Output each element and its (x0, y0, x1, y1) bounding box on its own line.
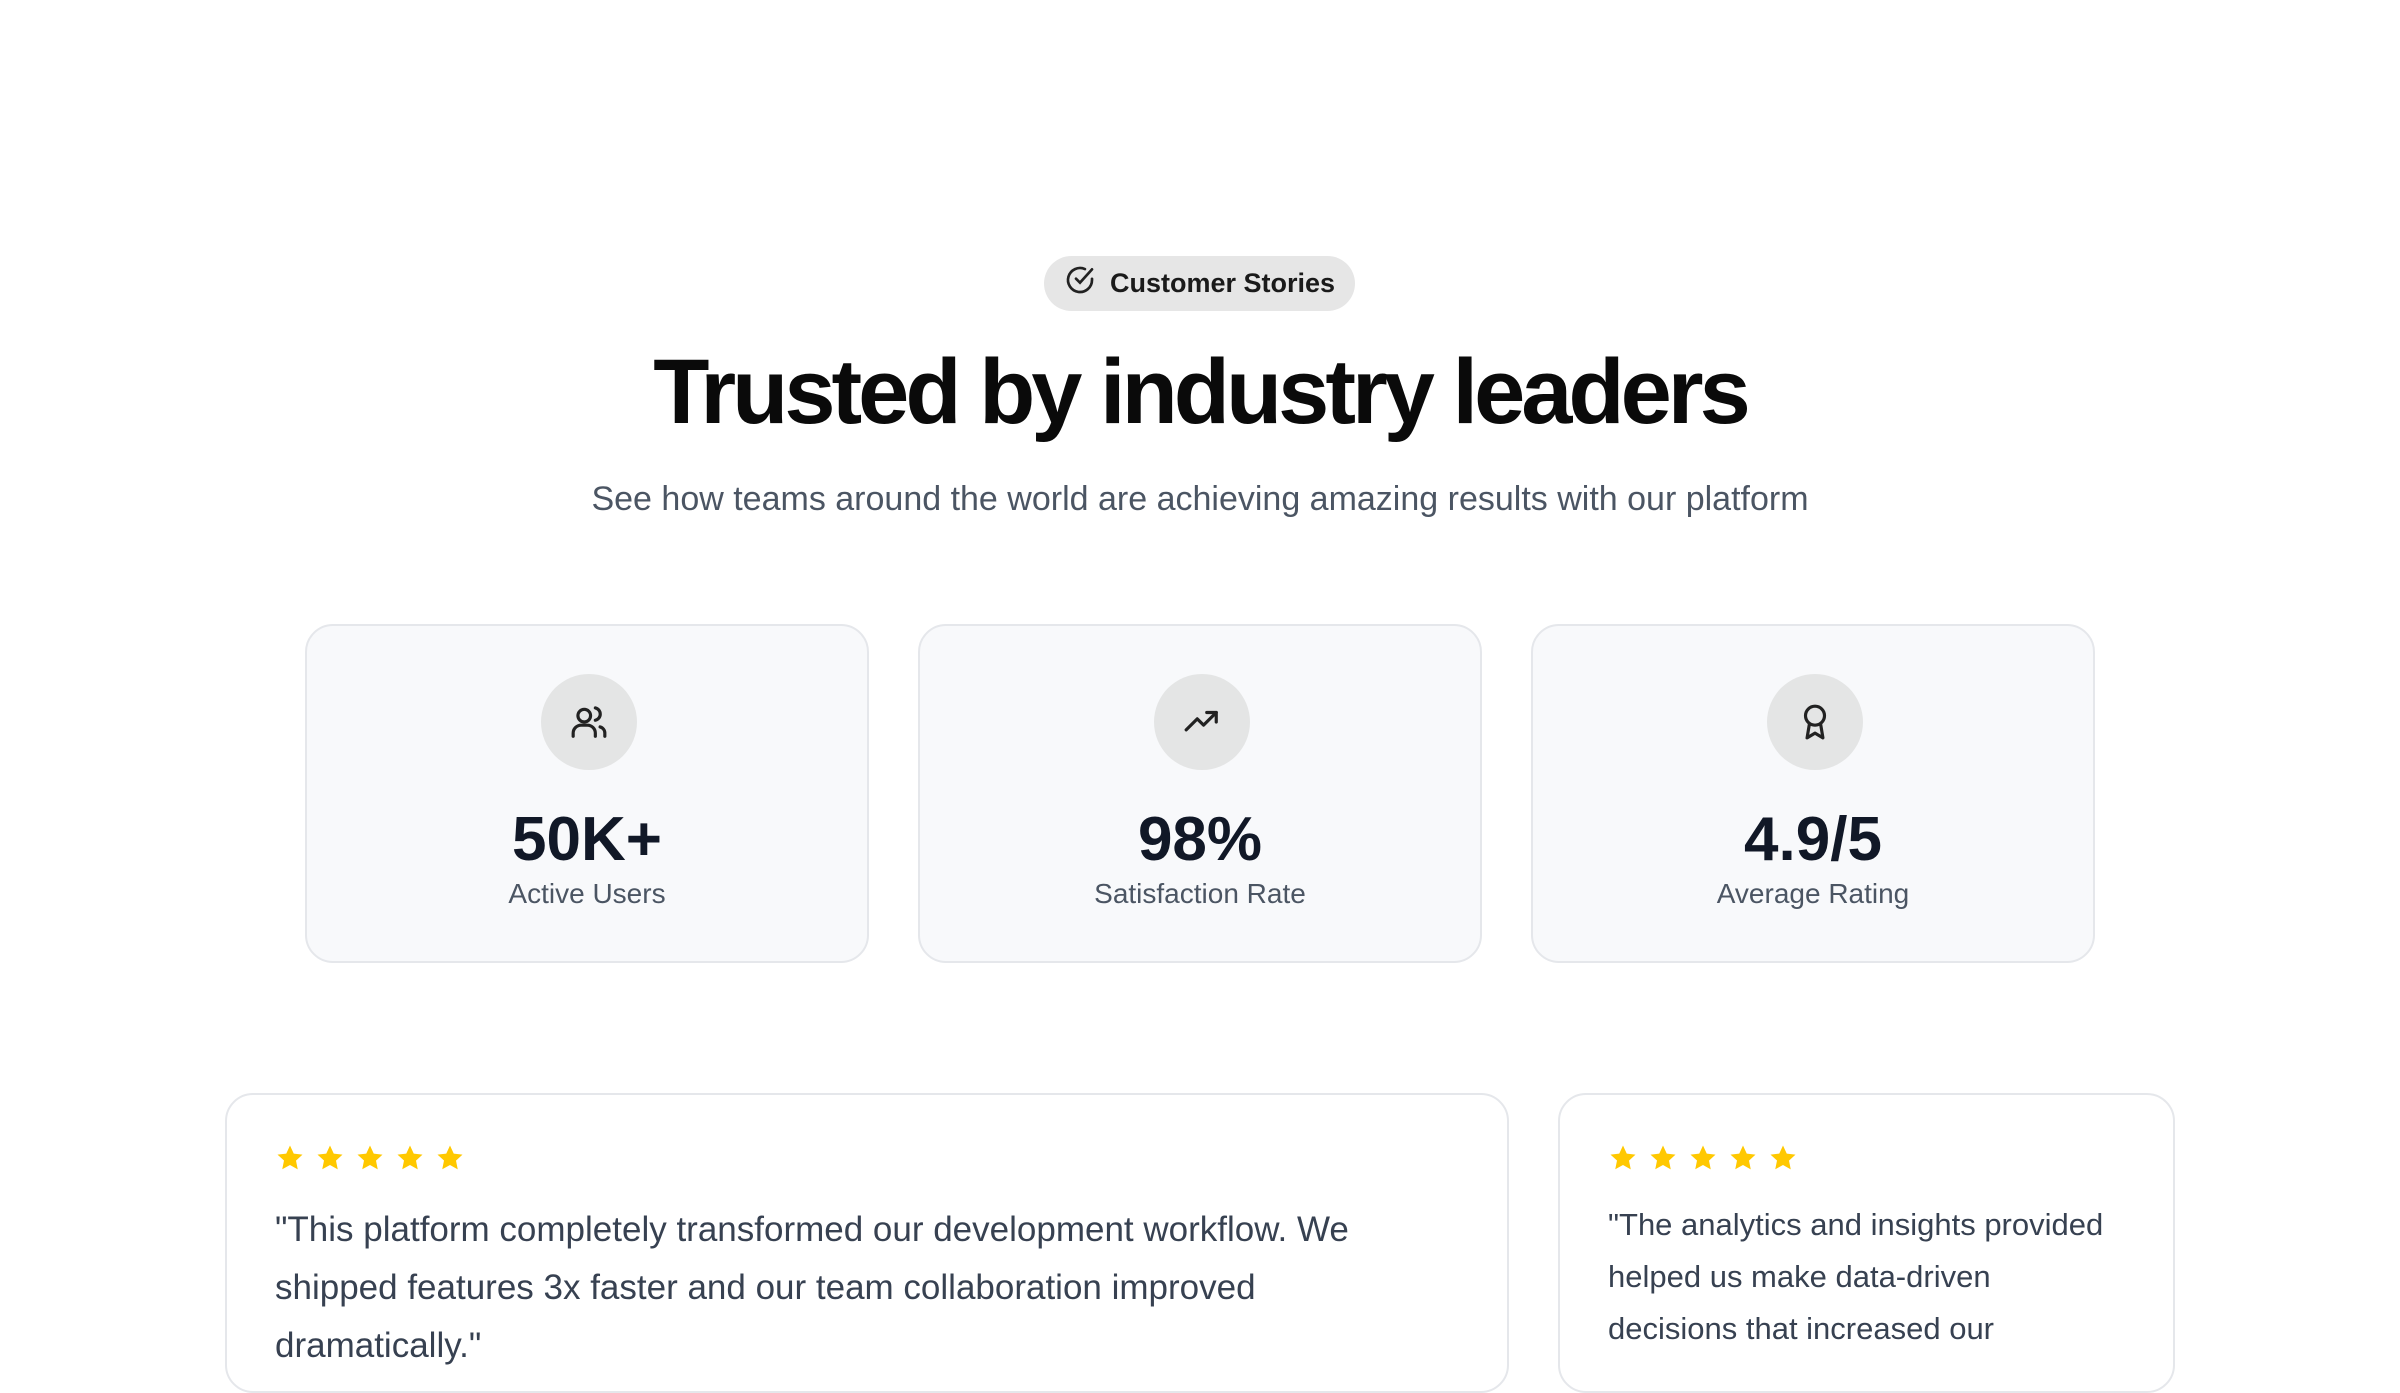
star-rating (275, 1143, 1459, 1173)
stat-value: 98% (1137, 805, 1263, 874)
star-icon (1610, 1145, 1636, 1170)
stat-label: Active Users (508, 878, 666, 909)
stat-value: 50K+ (512, 805, 662, 874)
page-title: Trusted by industry leaders (653, 341, 1750, 443)
customer-stories-badge: Customer Stories (1044, 256, 1355, 311)
testimonial-quote: "The analytics and insights provided hel… (1608, 1207, 2104, 1346)
testimonial-quote: "This platform completely transformed ou… (275, 1210, 1349, 1365)
star-icon (1730, 1145, 1756, 1170)
award-icon (1767, 674, 1863, 770)
stat-value: 4.9/5 (1744, 805, 1882, 874)
page-subtitle: See how teams around the world are achie… (591, 480, 1809, 518)
users-icon (541, 674, 637, 770)
badge-label: Customer Stories (1109, 268, 1336, 298)
star-icon (357, 1145, 383, 1170)
stat-label: Average Rating (1716, 878, 1910, 909)
testimonial-card: "The analytics and insights provided hel… (1558, 1093, 2175, 1393)
stat-card-active-users: 50K+ Active Users (305, 624, 869, 963)
testimonial-card: "This platform completely transformed ou… (225, 1093, 1509, 1393)
star-icon (1690, 1145, 1716, 1170)
star-icon (1770, 1145, 1796, 1170)
stat-label: Satisfaction Rate (1094, 878, 1306, 909)
star-icon (1650, 1145, 1676, 1170)
star-icon (277, 1145, 303, 1170)
star-icon (397, 1145, 423, 1170)
star-rating (1608, 1143, 2125, 1173)
star-icon (437, 1145, 463, 1170)
trending-up-icon (1154, 674, 1250, 770)
stat-card-satisfaction-rate: 98% Satisfaction Rate (918, 624, 1482, 963)
check-circle-icon (1064, 264, 1096, 303)
stat-card-average-rating: 4.9/5 Average Rating (1531, 624, 2095, 963)
star-icon (317, 1145, 343, 1170)
